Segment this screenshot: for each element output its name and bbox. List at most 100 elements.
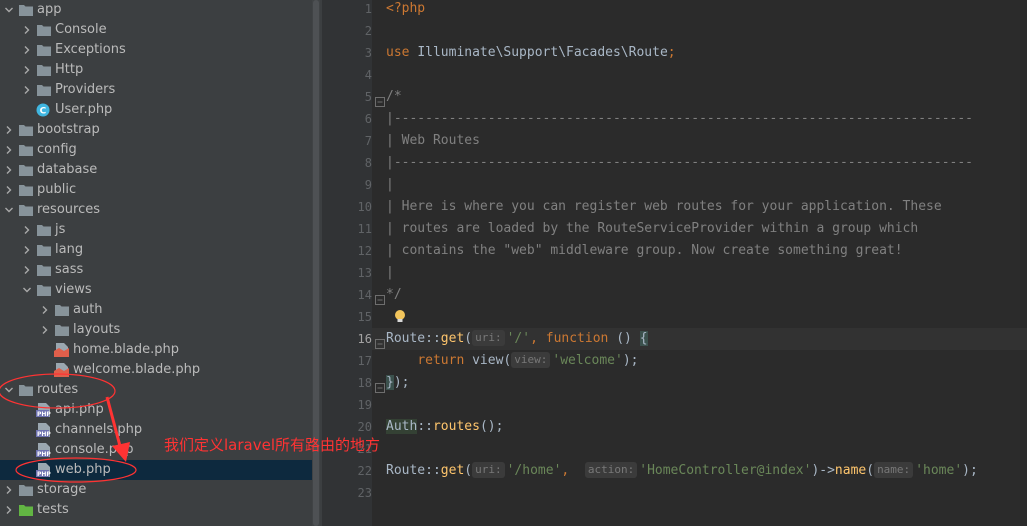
code-token: | Here is where you can register web rou… — [386, 199, 942, 214]
code-token: ); — [393, 375, 410, 390]
web-php-circle — [15, 457, 137, 483]
annotation-arrow-head — [112, 442, 130, 462]
code-token: routes — [432, 419, 480, 434]
line-number: 5 — [364, 90, 372, 104]
line-number: 2 — [364, 24, 372, 38]
code-line: | Here is where you can register web rou… — [386, 196, 942, 218]
line-number: 13 — [357, 266, 372, 280]
code-token: /* — [386, 89, 402, 104]
line-number: 10 — [357, 200, 372, 214]
code-line: |---------------------------------------… — [386, 152, 973, 174]
code-token: Auth — [386, 419, 418, 434]
code-token: ); — [622, 353, 639, 368]
intention-bulb-icon[interactable] — [394, 309, 406, 325]
code-token: { — [639, 331, 648, 346]
line-number: 11 — [357, 222, 372, 236]
code-line: */ — [386, 284, 402, 306]
fold-marker-icon[interactable] — [375, 290, 385, 305]
code-line: Route::get(uri: '/home', action: 'HomeCont… — [386, 460, 978, 482]
code-line: Route::get(uri: '/', function () { — [386, 328, 648, 350]
line-number: 8 — [364, 156, 372, 170]
code-token: 'home' — [915, 463, 963, 478]
code-token: get — [440, 463, 465, 478]
code-token: | contains the "web" middleware group. N… — [386, 243, 903, 258]
code-token: :: — [417, 419, 433, 434]
code-line: | — [386, 174, 394, 196]
code-token: :: — [425, 463, 441, 478]
line-number: 23 — [357, 486, 372, 500]
code-line: Auth::routes(); — [386, 416, 503, 438]
code-token: () — [608, 331, 640, 346]
code-token: function — [545, 331, 609, 346]
code-line: /* — [386, 86, 402, 108]
code-token: ); — [962, 463, 978, 478]
code-editor[interactable]: 1 2 3 4 5 6 7 8 9 10 11 12 13 14 15 16 17 18 19 20 21 22 23 <?… — [322, 0, 1027, 526]
line-number: 15 — [357, 310, 372, 324]
code-token: <?php — [386, 1, 426, 16]
annotation-text: 我们定义laravel所有路由的地方 — [164, 436, 380, 454]
code-line: | routes are loaded by the RouteServiceP… — [386, 218, 918, 240]
routes-circle — [0, 373, 116, 409]
code-token: ( — [464, 331, 473, 346]
line-number: 6 — [364, 112, 372, 126]
line-number: 4 — [364, 68, 372, 82]
line-number: 18 — [357, 376, 372, 390]
code-token: |---------------------------------------… — [386, 111, 973, 126]
code-line: return view(view:'welcome'); — [386, 350, 638, 372]
code-token: get — [440, 331, 465, 346]
code-token: | — [386, 265, 394, 280]
line-number: 14 — [357, 288, 372, 302]
code-token: :: — [425, 331, 441, 346]
code-token: , — [561, 463, 585, 478]
code-token: return — [417, 353, 465, 368]
parameter-hint: uri: — [472, 462, 505, 478]
code-token: '/home' — [506, 463, 562, 478]
code-line: | Web Routes — [386, 130, 480, 152]
code-line: <?php — [386, 0, 425, 20]
line-number: 7 — [364, 134, 372, 148]
line-number: 19 — [357, 398, 372, 412]
code-token: ( — [464, 463, 473, 478]
code-token: Route — [386, 331, 426, 346]
line-number: 22 — [357, 464, 372, 478]
line-number: 12 — [357, 244, 372, 258]
annotation-arrow-line — [105, 396, 122, 447]
code-line: use Illuminate\Support\Facades\Route; — [386, 42, 676, 64]
code-token: | Web Routes — [386, 133, 480, 148]
code-line: |---------------------------------------… — [386, 108, 973, 130]
parameter-hint: uri: — [472, 330, 505, 346]
code-token: |---------------------------------------… — [386, 155, 973, 170]
code-token: | routes are loaded by the RouteServiceP… — [386, 221, 919, 236]
code-token: (); — [479, 419, 504, 434]
code-line: | — [386, 262, 394, 284]
code-token: Route — [386, 463, 426, 478]
code-token: ( — [866, 463, 875, 478]
line-number: 16 — [357, 332, 372, 346]
code-token: */ — [386, 287, 402, 302]
fold-marker-icon[interactable] — [375, 92, 385, 107]
parameter-hint: view: — [511, 352, 551, 368]
fold-marker-icon[interactable] — [375, 378, 385, 393]
line-number: 1 — [364, 2, 372, 16]
line-number: 9 — [364, 178, 372, 192]
parameter-hint: action: — [584, 462, 638, 478]
code-token: ; — [667, 45, 676, 60]
code-line: | contains the "web" middleware group. N… — [386, 240, 903, 262]
code-token: 'HomeController@index' — [639, 463, 812, 478]
code-token: | — [386, 177, 394, 192]
line-number: 3 — [364, 46, 372, 60]
parameter-hint: name: — [874, 462, 914, 478]
code-token: name — [834, 463, 867, 478]
code-token: '/' — [506, 331, 531, 346]
line-number: 17 — [357, 354, 372, 368]
code-token: Illuminate\Support\Facades\Route — [417, 45, 668, 60]
code-token: view( — [464, 353, 512, 368]
code-token: , — [530, 331, 546, 346]
code-token: use — [386, 45, 418, 60]
code-token: } — [386, 375, 394, 390]
code-line: }); — [386, 372, 409, 394]
code-token: )-> — [811, 463, 835, 478]
code-token: 'welcome' — [552, 353, 623, 368]
fold-marker-icon[interactable] — [375, 334, 385, 349]
